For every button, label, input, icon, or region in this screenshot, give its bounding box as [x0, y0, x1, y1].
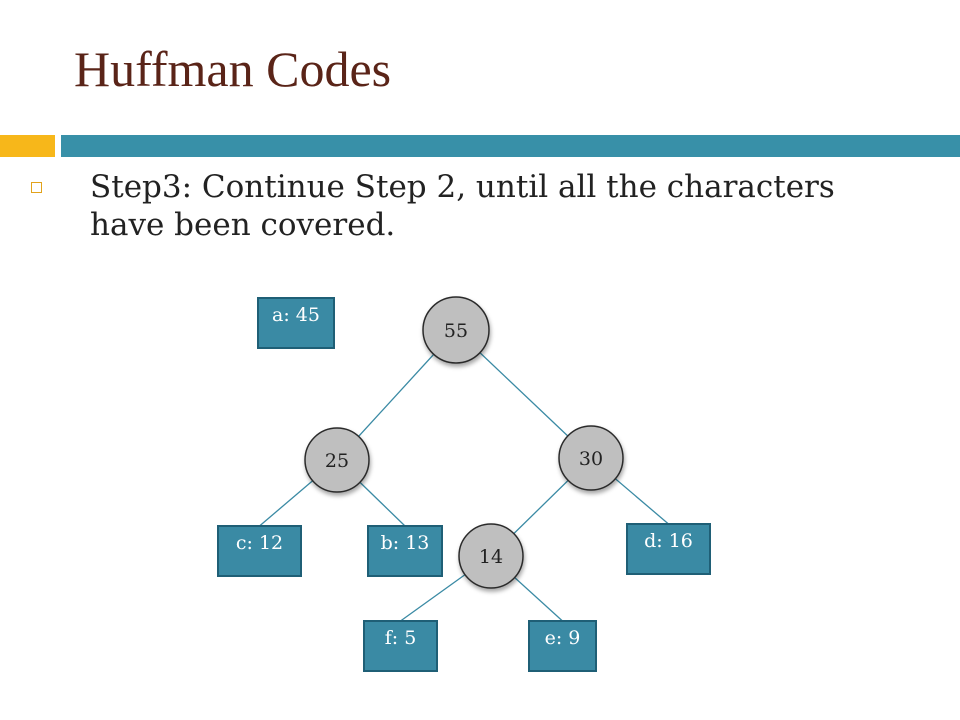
- tree-node-label-n14: 14: [479, 546, 503, 568]
- tree-node-label-n55: 55: [444, 320, 468, 342]
- leaf-label-lb: b: 13: [381, 532, 430, 554]
- leaf-label-ld: d: 16: [644, 530, 693, 552]
- tree-node-label-n25: 25: [325, 450, 349, 472]
- leaf-label-lf: f: 5: [385, 627, 417, 649]
- leaf-label-la: a: 45: [272, 304, 320, 326]
- tree-node-label-n30: 30: [579, 448, 603, 470]
- huffman-tree-diagram: a: 45 c: 12 b: 13 d: 16 f: 5 e: 9 55 25 30 14: [217, 296, 711, 672]
- leaf-label-le: e: 9: [545, 627, 581, 649]
- leaf-label-lc: c: 12: [236, 532, 283, 554]
- tree-shapes: a: 45 c: 12 b: 13 d: 16 f: 5 e: 9 55 25 30 14: [217, 296, 711, 672]
